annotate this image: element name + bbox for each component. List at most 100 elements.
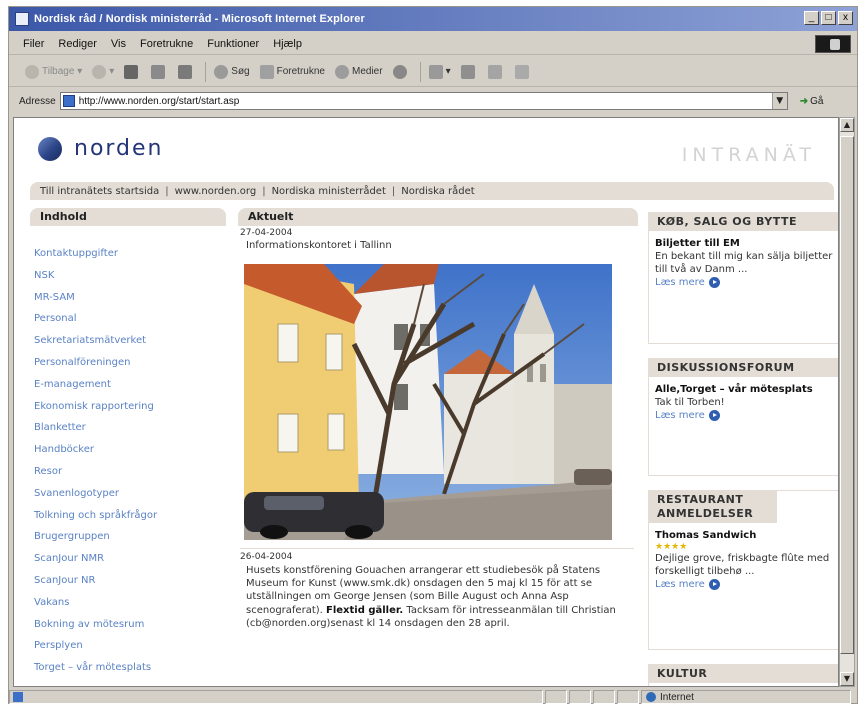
box-item-title[interactable]: Thomas Sandwich: [655, 529, 833, 542]
sidebar-item[interactable]: ScanJour NMR: [34, 553, 224, 575]
sidebar-item[interactable]: ScanJour NR: [34, 575, 224, 597]
menu-edit[interactable]: Rediger: [58, 38, 97, 50]
title-bar: Nordisk råd / Nordisk ministerråd - Micr…: [9, 7, 857, 31]
sidebar-item[interactable]: Tolkning och språkfrågor: [34, 510, 224, 532]
home-icon: [178, 64, 193, 79]
search-button[interactable]: Søg: [214, 64, 250, 79]
status-panel: [617, 690, 639, 704]
sidebar-item[interactable]: Blanketter: [34, 422, 224, 444]
toolbar-separator: [205, 61, 207, 82]
news-photo[interactable]: [244, 264, 612, 540]
page-viewport: norden INTRANÄT Till intranätets startsi…: [13, 117, 839, 687]
classifieds-box: KØB, SALG OG BYTTE Biljetter till EM En …: [648, 212, 838, 344]
norden-logo[interactable]: norden: [38, 136, 164, 161]
arrow-circle-icon: [708, 277, 720, 288]
status-bar: Internet: [9, 689, 857, 705]
sidebar-item[interactable]: Resor: [34, 466, 224, 488]
window-controls: _ □ x: [804, 11, 853, 25]
box-item-text: Dejlige grove, friskbagte flûte med fors…: [655, 553, 830, 577]
minimize-button[interactable]: _: [804, 11, 819, 25]
scroll-thumb[interactable]: [840, 136, 854, 654]
nav-link-nordiska-radet[interactable]: Nordiska rådet: [401, 186, 474, 197]
mail-button[interactable]: ▾: [428, 64, 451, 79]
stop-button[interactable]: [124, 64, 141, 79]
status-message: [9, 690, 543, 704]
edit-button[interactable]: [487, 64, 505, 79]
intranat-label: INTRANÄT: [681, 144, 816, 166]
logo-text: norden: [74, 136, 164, 161]
sidebar-item[interactable]: Personal: [34, 313, 224, 335]
news-body: Husets konstförening Gouachen arrangerar…: [246, 565, 616, 629]
box-item-text: En bekant till mig kan sälja biljetter t…: [655, 251, 833, 275]
vertical-scrollbar[interactable]: ▲ ▼: [839, 117, 855, 687]
nav-link-ministerradet[interactable]: Nordiska ministerrådet: [272, 186, 386, 197]
menu-bar: Filer Rediger Vis Foretrukne Funktioner …: [9, 33, 857, 55]
sidebar-item[interactable]: E-management: [34, 379, 224, 401]
address-url[interactable]: http://www.norden.org/start/start.asp: [79, 96, 240, 107]
history-button[interactable]: [392, 64, 410, 79]
menu-tools[interactable]: Funktioner: [207, 38, 259, 50]
sidebar-item[interactable]: NSK: [34, 270, 224, 292]
search-icon: [214, 64, 229, 79]
back-arrow-icon: [25, 64, 39, 79]
sidebar-item[interactable]: Handböcker: [34, 444, 224, 466]
sidebar-item[interactable]: Torget – vår mötesplats: [34, 662, 224, 684]
media-button[interactable]: Medier: [334, 64, 383, 79]
menu-file[interactable]: Filer: [23, 38, 44, 50]
scroll-up-arrow-icon[interactable]: ▲: [840, 118, 854, 132]
address-dropdown-arrow-icon[interactable]: ▼: [771, 93, 787, 109]
favorites-button[interactable]: Foretrukne: [259, 64, 325, 79]
nav-link-intranet-start[interactable]: Till intranätets startsida: [40, 186, 159, 197]
sidebar-item[interactable]: Ekonomisk rapportering: [34, 401, 224, 423]
ie-icon: [15, 12, 29, 26]
menu-view[interactable]: Vis: [111, 38, 126, 50]
address-bar: Adresse http://www.norden.org/start/star…: [9, 89, 857, 113]
menu-help[interactable]: Hjælp: [273, 38, 302, 50]
read-more-link[interactable]: Læs mere: [655, 277, 833, 288]
news-date: 26-04-2004: [240, 552, 293, 562]
refresh-button[interactable]: [151, 64, 168, 79]
news-headline[interactable]: Informationskontoret i Tallinn: [246, 240, 392, 251]
window-title: Nordisk råd / Nordisk ministerråd - Micr…: [34, 13, 365, 25]
back-button[interactable]: Tilbage ▾: [25, 64, 82, 79]
toolbar-separator: [419, 61, 421, 82]
favorites-icon: [259, 64, 274, 79]
home-button[interactable]: [178, 64, 195, 79]
tallinn-street-image: [244, 264, 612, 540]
nav-link-norden-org[interactable]: www.norden.org: [175, 186, 257, 197]
box-item-title[interactable]: Biljetter till EM: [655, 237, 833, 250]
norden-swan-icon: [38, 136, 62, 161]
mail-icon: [428, 64, 443, 79]
menu-favorites[interactable]: Foretrukne: [140, 38, 193, 50]
sidebar-item[interactable]: Personalföreningen: [34, 357, 224, 379]
edit-icon: [487, 64, 502, 79]
go-button[interactable]: ➜ Gå: [800, 96, 824, 107]
maximize-button[interactable]: □: [821, 11, 836, 25]
sidebar-item[interactable]: Kontaktuppgifter: [34, 248, 224, 270]
discuss-button[interactable]: [514, 64, 532, 79]
sidebar-item[interactable]: Persplyen: [34, 640, 224, 662]
browser-window: Nordisk råd / Nordisk ministerråd - Micr…: [8, 6, 858, 704]
scroll-down-arrow-icon[interactable]: ▼: [840, 672, 854, 686]
sidebar-item[interactable]: MR-SAM: [34, 292, 224, 314]
refresh-icon: [151, 64, 166, 79]
box-heading: KULTUR: [649, 665, 838, 683]
sidebar-item[interactable]: Brugergruppen: [34, 531, 224, 553]
sidebar-item[interactable]: Bokning av mötesrum: [34, 619, 224, 641]
top-nav: Till intranätets startsida | www.norden.…: [30, 182, 834, 200]
print-button[interactable]: [460, 64, 478, 79]
read-more-link[interactable]: Læs mere: [655, 410, 833, 421]
sidebar-item[interactable]: Sekretariatsmätverket: [34, 335, 224, 357]
sidebar-item[interactable]: Vakans: [34, 597, 224, 619]
page-icon: [62, 95, 75, 107]
close-button[interactable]: x: [838, 11, 853, 25]
status-panel: [545, 690, 567, 704]
box-item-title[interactable]: Alle,Torget – vår mötesplats: [655, 383, 833, 396]
forward-button[interactable]: ▾: [92, 64, 114, 79]
read-more-link[interactable]: Læs mere: [655, 579, 833, 590]
left-column-heading: Indhold: [30, 208, 226, 226]
address-input[interactable]: http://www.norden.org/start/start.asp ▼: [59, 92, 788, 110]
sidebar-item[interactable]: Svanenlogotyper: [34, 488, 224, 510]
culture-box: KULTUR: [648, 664, 838, 686]
news-divider: [240, 548, 634, 549]
